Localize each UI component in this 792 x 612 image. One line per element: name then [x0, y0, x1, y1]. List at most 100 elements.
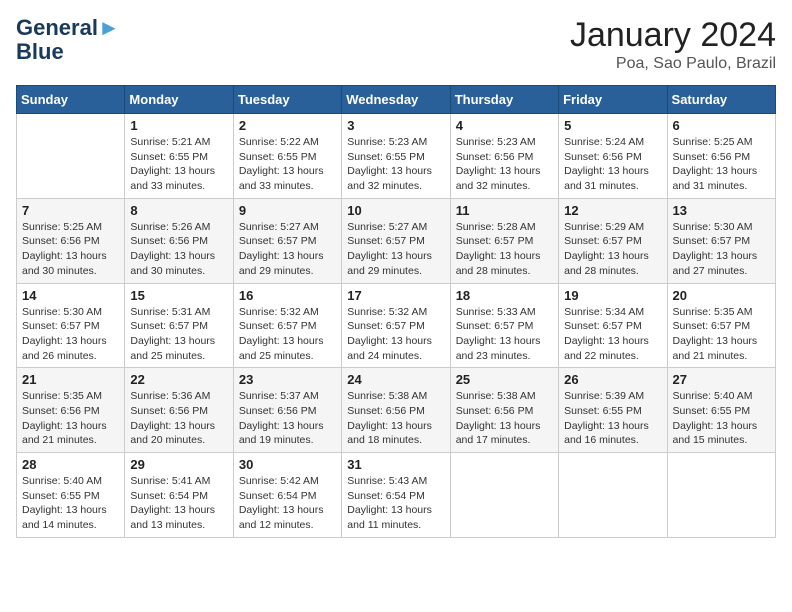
location: Poa, Sao Paulo, Brazil — [570, 55, 776, 73]
day-info: Sunrise: 5:27 AM Sunset: 6:57 PM Dayligh… — [239, 220, 336, 279]
day-info: Sunrise: 5:33 AM Sunset: 6:57 PM Dayligh… — [456, 305, 553, 364]
day-info: Sunrise: 5:29 AM Sunset: 6:57 PM Dayligh… — [564, 220, 661, 279]
calendar-cell: 2 Sunrise: 5:22 AM Sunset: 6:55 PM Daylig… — [233, 114, 341, 199]
calendar-cell: 17Sunrise: 5:32 AM Sunset: 6:57 PM Dayli… — [342, 283, 450, 368]
day-info: Sunrise: 5:23 AM Sunset: 6:56 PM Dayligh… — [456, 135, 553, 194]
day-number: 2 — [239, 118, 336, 133]
day-info: Sunrise: 5:24 AM Sunset: 6:56 PM Dayligh… — [564, 135, 661, 194]
calendar-week-2: 7Sunrise: 5:25 AM Sunset: 6:56 PM Daylig… — [17, 198, 776, 283]
day-number: 12 — [564, 203, 661, 218]
calendar-table: SundayMondayTuesdayWednesdayThursdayFrid… — [16, 85, 776, 538]
logo-text: General►Blue — [16, 16, 120, 64]
day-number: 5 — [564, 118, 661, 133]
calendar-cell — [667, 453, 775, 538]
day-header-thursday: Thursday — [450, 86, 558, 114]
day-info: Sunrise: 5:25 AM Sunset: 6:56 PM Dayligh… — [673, 135, 770, 194]
calendar-cell: 1Sunrise: 5:21 AM Sunset: 6:55 PM Daylig… — [125, 114, 233, 199]
day-number: 25 — [456, 372, 553, 387]
day-number: 31 — [347, 457, 444, 472]
calendar-cell: 31 Sunrise: 5:43 AM Sunset: 6:54 PM Dayli… — [342, 453, 450, 538]
day-info: Sunrise: 5:35 AM Sunset: 6:57 PM Dayligh… — [673, 305, 770, 364]
day-number: 14 — [22, 288, 119, 303]
day-info: Sunrise: 5:34 AM Sunset: 6:57 PM Dayligh… — [564, 305, 661, 364]
calendar-cell: 4 Sunrise: 5:23 AM Sunset: 6:56 PM Daylig… — [450, 114, 558, 199]
day-number: 9 — [239, 203, 336, 218]
calendar-cell: 30 Sunrise: 5:42 AM Sunset: 6:54 PM Dayli… — [233, 453, 341, 538]
calendar-cell: 8Sunrise: 5:26 AM Sunset: 6:56 PM Daylig… — [125, 198, 233, 283]
day-number: 22 — [130, 372, 227, 387]
calendar-cell: 15 Sunrise: 5:31 AM Sunset: 6:57 PM Dayli… — [125, 283, 233, 368]
day-info: Sunrise: 5:37 AM Sunset: 6:56 PM Dayligh… — [239, 389, 336, 448]
day-info: Sunrise: 5:22 AM Sunset: 6:55 PM Dayligh… — [239, 135, 336, 194]
day-number: 30 — [239, 457, 336, 472]
calendar-cell — [450, 453, 558, 538]
logo: General►Blue — [16, 16, 120, 64]
calendar-cell: 24 Sunrise: 5:38 AM Sunset: 6:56 PM Dayli… — [342, 368, 450, 453]
day-number: 13 — [673, 203, 770, 218]
day-info: Sunrise: 5:21 AM Sunset: 6:55 PM Dayligh… — [130, 135, 227, 194]
day-number: 10 — [347, 203, 444, 218]
calendar-cell: 25 Sunrise: 5:38 AM Sunset: 6:56 PM Dayli… — [450, 368, 558, 453]
calendar-cell: 5 Sunrise: 5:24 AM Sunset: 6:56 PM Daylig… — [559, 114, 667, 199]
calendar-cell: 11 Sunrise: 5:28 AM Sunset: 6:57 PM Dayli… — [450, 198, 558, 283]
calendar-cell: 18Sunrise: 5:33 AM Sunset: 6:57 PM Dayli… — [450, 283, 558, 368]
day-number: 3 — [347, 118, 444, 133]
day-info: Sunrise: 5:40 AM Sunset: 6:55 PM Dayligh… — [22, 474, 119, 533]
calendar-cell: 27 Sunrise: 5:40 AM Sunset: 6:55 PM Dayli… — [667, 368, 775, 453]
day-number: 26 — [564, 372, 661, 387]
day-number: 27 — [673, 372, 770, 387]
calendar-week-1: 1Sunrise: 5:21 AM Sunset: 6:55 PM Daylig… — [17, 114, 776, 199]
day-info: Sunrise: 5:38 AM Sunset: 6:56 PM Dayligh… — [347, 389, 444, 448]
day-header-monday: Monday — [125, 86, 233, 114]
day-number: 4 — [456, 118, 553, 133]
calendar-cell: 6 Sunrise: 5:25 AM Sunset: 6:56 PM Daylig… — [667, 114, 775, 199]
day-info: Sunrise: 5:43 AM Sunset: 6:54 PM Dayligh… — [347, 474, 444, 533]
calendar-week-5: 28 Sunrise: 5:40 AM Sunset: 6:55 PM Dayli… — [17, 453, 776, 538]
day-info: Sunrise: 5:40 AM Sunset: 6:55 PM Dayligh… — [673, 389, 770, 448]
day-info: Sunrise: 5:30 AM Sunset: 6:57 PM Dayligh… — [673, 220, 770, 279]
day-number: 7 — [22, 203, 119, 218]
calendar-week-4: 21 Sunrise: 5:35 AM Sunset: 6:56 PM Dayli… — [17, 368, 776, 453]
day-info: Sunrise: 5:23 AM Sunset: 6:55 PM Dayligh… — [347, 135, 444, 194]
day-info: Sunrise: 5:32 AM Sunset: 6:57 PM Dayligh… — [239, 305, 336, 364]
day-info: Sunrise: 5:38 AM Sunset: 6:56 PM Dayligh… — [456, 389, 553, 448]
day-info: Sunrise: 5:42 AM Sunset: 6:54 PM Dayligh… — [239, 474, 336, 533]
day-info: Sunrise: 5:26 AM Sunset: 6:56 PM Dayligh… — [130, 220, 227, 279]
day-info: Sunrise: 5:31 AM Sunset: 6:57 PM Dayligh… — [130, 305, 227, 364]
day-header-saturday: Saturday — [667, 86, 775, 114]
day-number: 6 — [673, 118, 770, 133]
day-number: 20 — [673, 288, 770, 303]
calendar-cell: 22Sunrise: 5:36 AM Sunset: 6:56 PM Dayli… — [125, 368, 233, 453]
day-number: 17 — [347, 288, 444, 303]
day-info: Sunrise: 5:28 AM Sunset: 6:57 PM Dayligh… — [456, 220, 553, 279]
day-header-friday: Friday — [559, 86, 667, 114]
day-info: Sunrise: 5:30 AM Sunset: 6:57 PM Dayligh… — [22, 305, 119, 364]
day-header-tuesday: Tuesday — [233, 86, 341, 114]
calendar-cell: 13 Sunrise: 5:30 AM Sunset: 6:57 PM Dayli… — [667, 198, 775, 283]
calendar-cell: 14 Sunrise: 5:30 AM Sunset: 6:57 PM Dayli… — [17, 283, 125, 368]
day-header-sunday: Sunday — [17, 86, 125, 114]
calendar-cell: 23 Sunrise: 5:37 AM Sunset: 6:56 PM Dayli… — [233, 368, 341, 453]
calendar-cell: 12 Sunrise: 5:29 AM Sunset: 6:57 PM Dayli… — [559, 198, 667, 283]
calendar-cell — [17, 114, 125, 199]
day-number: 15 — [130, 288, 227, 303]
calendar-cell: 20 Sunrise: 5:35 AM Sunset: 6:57 PM Dayli… — [667, 283, 775, 368]
day-info: Sunrise: 5:35 AM Sunset: 6:56 PM Dayligh… — [22, 389, 119, 448]
calendar-cell: 16Sunrise: 5:32 AM Sunset: 6:57 PM Dayli… — [233, 283, 341, 368]
day-number: 21 — [22, 372, 119, 387]
day-number: 28 — [22, 457, 119, 472]
calendar-cell: 9 Sunrise: 5:27 AM Sunset: 6:57 PM Daylig… — [233, 198, 341, 283]
calendar-cell: 29 Sunrise: 5:41 AM Sunset: 6:54 PM Dayli… — [125, 453, 233, 538]
calendar-cell: 19Sunrise: 5:34 AM Sunset: 6:57 PM Dayli… — [559, 283, 667, 368]
day-number: 11 — [456, 203, 553, 218]
day-number: 29 — [130, 457, 227, 472]
calendar-cell: 28 Sunrise: 5:40 AM Sunset: 6:55 PM Dayli… — [17, 453, 125, 538]
calendar-cell: 3 Sunrise: 5:23 AM Sunset: 6:55 PM Daylig… — [342, 114, 450, 199]
day-header-wednesday: Wednesday — [342, 86, 450, 114]
calendar-cell: 10Sunrise: 5:27 AM Sunset: 6:57 PM Dayli… — [342, 198, 450, 283]
day-number: 23 — [239, 372, 336, 387]
day-number: 24 — [347, 372, 444, 387]
calendar-cell — [559, 453, 667, 538]
calendar-cell: 26Sunrise: 5:39 AM Sunset: 6:55 PM Dayli… — [559, 368, 667, 453]
day-info: Sunrise: 5:41 AM Sunset: 6:54 PM Dayligh… — [130, 474, 227, 533]
